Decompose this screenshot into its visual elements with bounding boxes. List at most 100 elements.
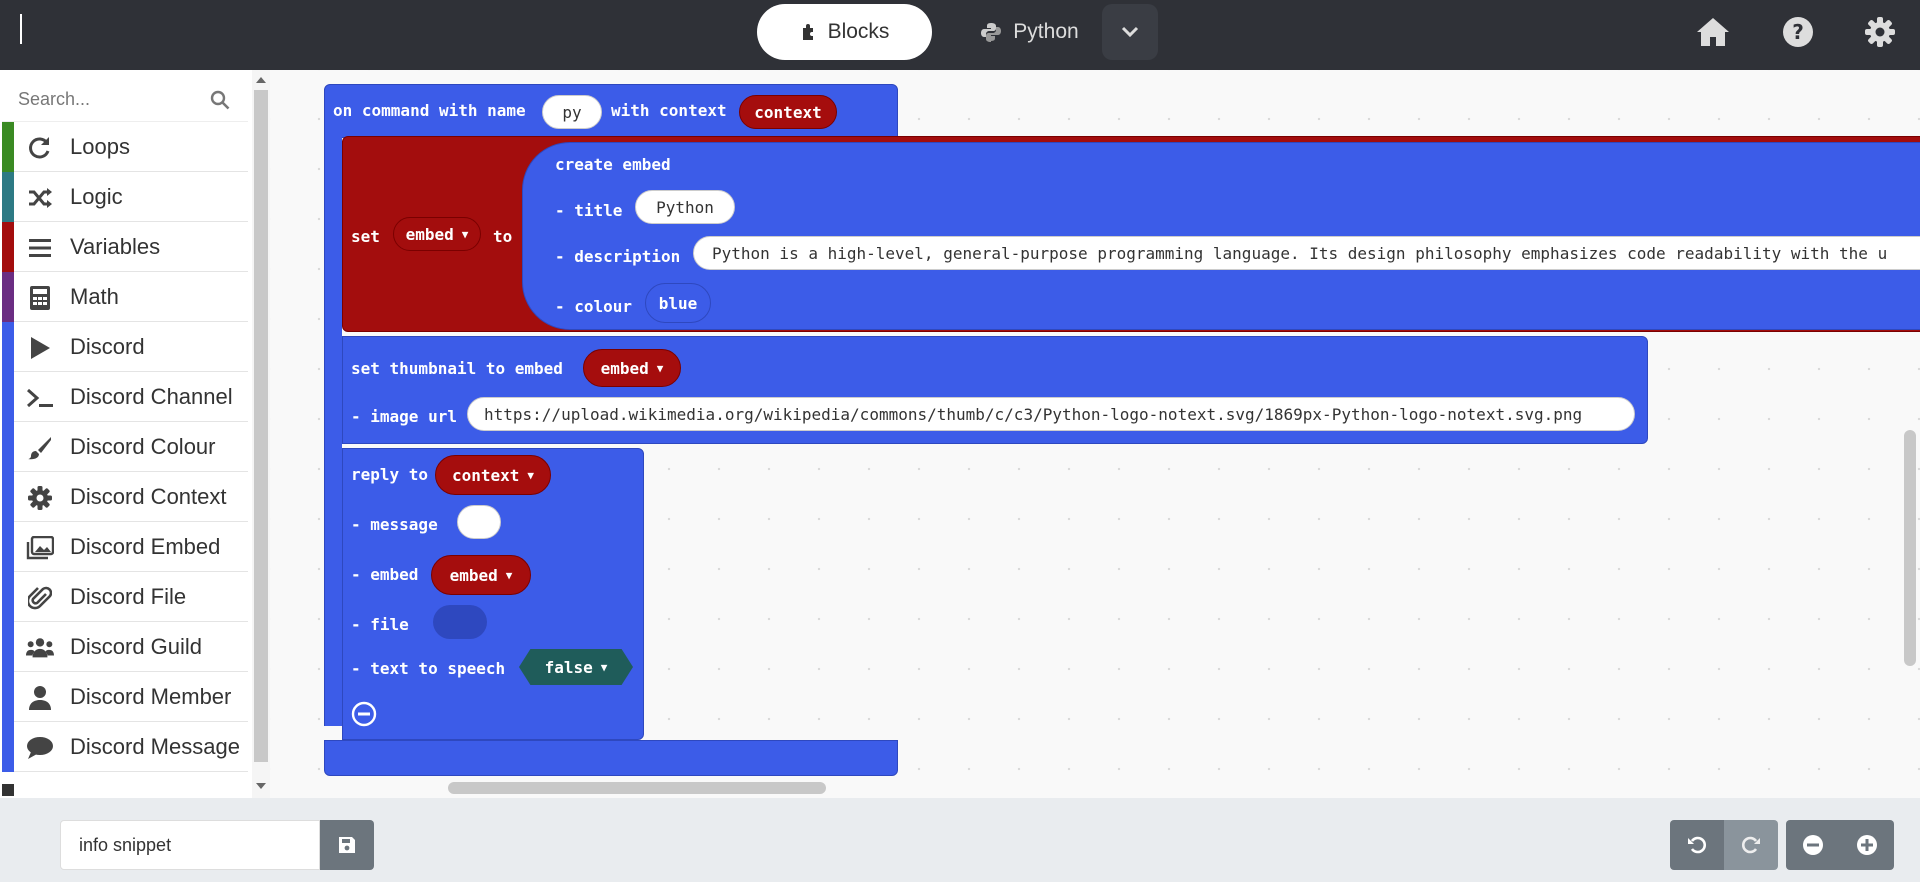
category-label: Variables [70,233,161,259]
reply-file-slot[interactable] [433,605,487,639]
workspace-horizontal-scrollbar[interactable] [448,782,826,794]
help-icon: ? [1783,17,1813,47]
user-icon [26,684,54,712]
embed-title-value: Python [656,197,714,217]
reply-message-field[interactable] [457,505,501,539]
context-variable-label: context [754,102,822,122]
category-loops[interactable]: Loops [2,122,248,172]
search-icon[interactable] [210,90,230,110]
category-color-stripe [2,522,14,572]
embed-colour-field[interactable]: blue [645,283,711,323]
category-discord-guild[interactable]: Discord Guild [2,622,248,672]
on-command-block[interactable]: on command with name py with context con… [324,84,898,138]
play-icon [26,334,54,362]
reply-tts-dropdown[interactable]: false ▼ [519,649,633,685]
embed-description-label: - description [555,247,681,266]
category-label: Discord [70,333,145,359]
category-label: Discord Context [70,483,227,509]
tab-python[interactable]: Python [960,4,1100,60]
command-name-value: py [562,102,582,122]
remove-input-icon[interactable] [351,701,377,727]
command-block-footer [324,740,898,776]
with-context-label: with context [611,101,727,120]
gear-icon [1865,17,1895,47]
category-color-stripe [2,422,14,472]
top-bar: Blocks Python ? [0,0,1920,70]
language-dropdown-button[interactable] [1102,4,1158,60]
category-color-stripe [2,672,14,722]
category-variables[interactable]: Variables [2,222,248,272]
svg-text:?: ? [1792,20,1804,44]
zoom-in-button[interactable] [1840,820,1894,870]
search-input[interactable] [18,84,208,114]
reply-message-label: - message [351,515,438,534]
category-discord[interactable]: Discord [2,322,248,372]
workspace-vertical-scrollbar[interactable] [1904,430,1916,666]
save-button[interactable] [320,820,374,870]
reply-tts-value: false [544,657,593,677]
set-label: set [351,227,380,246]
image-url-field[interactable]: https://upload.wikimedia.org/wikipedia/c… [467,397,1635,431]
python-icon [981,23,1002,42]
create-embed-block[interactable]: create embed - title Python - descriptio… [522,142,1920,330]
zoom-out-button[interactable] [1786,820,1840,870]
home-icon [1697,18,1729,46]
category-discord-context[interactable]: Discord Context [2,472,248,522]
blocks-workspace[interactable]: on command with name py with context con… [270,70,1920,798]
category-discord-file[interactable]: Discord File [2,572,248,622]
category-label: Loops [70,133,130,159]
redo-button[interactable] [1724,820,1778,870]
toolbox-scroll-thumb[interactable] [254,90,268,762]
to-label: to [493,227,513,246]
embed-title-field[interactable]: Python [635,190,735,224]
settings-button[interactable] [1862,14,1898,50]
dropdown-caret-icon: ▼ [656,361,664,375]
tab-blocks-label: Blocks [827,20,890,43]
category-discord-colour[interactable]: Discord Colour [2,422,248,472]
image-url-value: https://upload.wikimedia.org/wikipedia/c… [484,404,1583,424]
set-variable-dropdown[interactable]: embed ▼ [393,217,481,251]
embed-colour-label: - colour [555,297,633,316]
scroll-down-icon[interactable] [256,782,266,790]
category-discord-channel[interactable]: Discord Channel [2,372,248,422]
dropdown-caret-icon: ▼ [600,660,608,674]
brush-icon [26,434,54,462]
toolbox-scrollbar[interactable] [252,70,270,798]
command-block-spine [324,136,342,726]
reply-target-dropdown[interactable]: context ▼ [435,455,551,495]
category-list: Loops Logic Variables Math Discord Discord Ch… [2,122,248,772]
undo-button[interactable] [1670,820,1724,870]
command-name-field[interactable]: py [542,95,602,129]
set-thumbnail-block[interactable]: set thumbnail to embed embed ▼ - image u… [342,336,1648,444]
category-label: Discord Colour [70,433,216,459]
embed-colour-value: blue [658,293,698,313]
embed-description-field[interactable]: Python is a high-level, general-purpose … [693,236,1920,270]
scroll-up-icon[interactable] [256,76,266,84]
chevron-down-icon [1121,26,1139,38]
users-icon [26,634,54,662]
embed-title-label: - title [555,201,623,220]
category-color-stripe [2,172,14,222]
save-icon [339,837,355,853]
reply-embed-dropdown[interactable]: embed ▼ [431,555,531,595]
home-button[interactable] [1695,14,1731,50]
category-label: Logic [70,183,123,209]
context-variable[interactable]: context [739,95,837,129]
on-command-label: on command with name [333,101,526,120]
puzzle-icon [802,24,813,40]
category-logic[interactable]: Logic [2,172,248,222]
thumbnail-embed-dropdown[interactable]: embed ▼ [583,349,681,387]
snippet-name-input[interactable]: info snippet [60,820,320,870]
category-math[interactable]: Math [2,272,248,322]
help-button[interactable]: ? [1780,14,1816,50]
category-color-stripe [2,572,14,622]
category-color-stripe [2,122,14,172]
reply-block[interactable]: reply to context ▼ - message - embed emb… [342,448,644,740]
reply-embed-label: - embed [351,565,419,584]
category-discord-member[interactable]: Discord Member [2,672,248,722]
category-discord-message[interactable]: Discord Message [2,722,248,772]
terminal-icon [26,384,54,412]
dropdown-caret-icon: ▼ [461,227,469,241]
tab-blocks[interactable]: Blocks [757,4,932,60]
category-discord-embed[interactable]: Discord Embed [2,522,248,572]
